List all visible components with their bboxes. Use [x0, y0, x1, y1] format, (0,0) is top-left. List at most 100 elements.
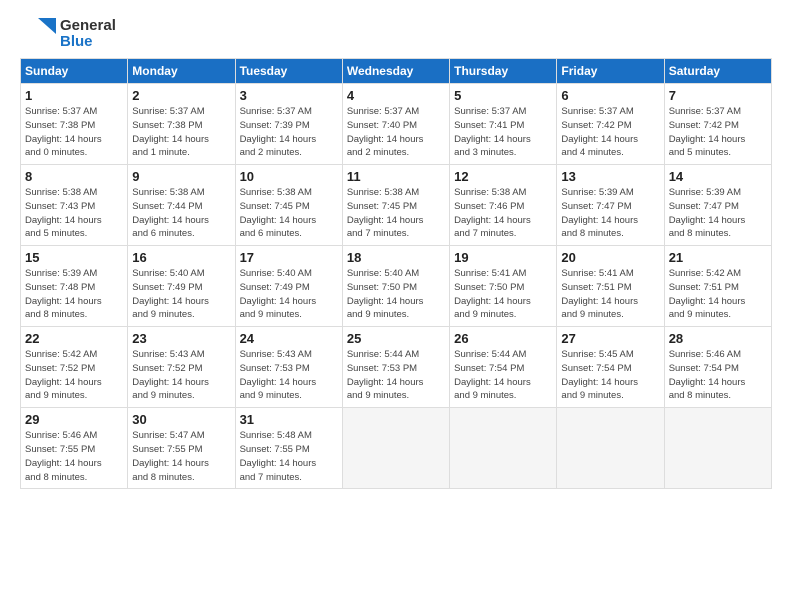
day-number: 2 [132, 88, 230, 103]
table-row: 30 Sunrise: 5:47 AMSunset: 7:55 PMDayligh… [128, 408, 235, 489]
day-info: Sunrise: 5:40 AMSunset: 7:50 PMDaylight:… [347, 267, 445, 322]
day-number: 31 [240, 412, 338, 427]
day-info: Sunrise: 5:37 AMSunset: 7:38 PMDaylight:… [25, 105, 123, 160]
day-number: 7 [669, 88, 767, 103]
day-number: 13 [561, 169, 659, 184]
table-row: 8 Sunrise: 5:38 AMSunset: 7:43 PMDaylight… [21, 165, 128, 246]
day-info: Sunrise: 5:47 AMSunset: 7:55 PMDaylight:… [132, 429, 230, 484]
calendar-week-2: 15Sunrise: 5:39 AMSunset: 7:48 PMDayligh… [21, 246, 772, 327]
day-info: Sunrise: 5:41 AMSunset: 7:51 PMDaylight:… [561, 267, 659, 322]
table-row: 29 Sunrise: 5:46 AMSunset: 7:55 PMDayligh… [21, 408, 128, 489]
day-info: Sunrise: 5:40 AMSunset: 7:49 PMDaylight:… [132, 267, 230, 322]
day-info: Sunrise: 5:42 AMSunset: 7:52 PMDaylight:… [25, 348, 123, 403]
day-info: Sunrise: 5:37 AMSunset: 7:39 PMDaylight:… [240, 105, 338, 160]
weekday-header-monday: Monday [128, 59, 235, 84]
day-info: Sunrise: 5:44 AMSunset: 7:54 PMDaylight:… [454, 348, 552, 403]
day-number: 28 [669, 331, 767, 346]
day-info: Sunrise: 5:38 AMSunset: 7:44 PMDaylight:… [132, 186, 230, 241]
table-row: 21Sunrise: 5:42 AMSunset: 7:51 PMDayligh… [664, 246, 771, 327]
table-row: 23 Sunrise: 5:43 AMSunset: 7:52 PMDayligh… [128, 327, 235, 408]
calendar-week-4: 29 Sunrise: 5:46 AMSunset: 7:55 PMDayligh… [21, 408, 772, 489]
table-row [557, 408, 664, 489]
day-info: Sunrise: 5:37 AMSunset: 7:40 PMDaylight:… [347, 105, 445, 160]
table-row: 3Sunrise: 5:37 AMSunset: 7:39 PMDaylight… [235, 84, 342, 165]
day-number: 29 [25, 412, 123, 427]
weekday-header-wednesday: Wednesday [342, 59, 449, 84]
weekday-header-friday: Friday [557, 59, 664, 84]
day-number: 6 [561, 88, 659, 103]
day-info: Sunrise: 5:43 AMSunset: 7:53 PMDaylight:… [240, 348, 338, 403]
table-row: 12 Sunrise: 5:38 AMSunset: 7:46 PMDayligh… [450, 165, 557, 246]
table-row: 4 Sunrise: 5:37 AMSunset: 7:40 PMDaylight… [342, 84, 449, 165]
day-number: 9 [132, 169, 230, 184]
day-number: 26 [454, 331, 552, 346]
day-number: 11 [347, 169, 445, 184]
table-row: 2Sunrise: 5:37 AMSunset: 7:38 PMDaylight… [128, 84, 235, 165]
table-row: 25 Sunrise: 5:44 AMSunset: 7:53 PMDayligh… [342, 327, 449, 408]
table-row: 6 Sunrise: 5:37 AMSunset: 7:42 PMDaylight… [557, 84, 664, 165]
day-number: 17 [240, 250, 338, 265]
day-info: Sunrise: 5:41 AMSunset: 7:50 PMDaylight:… [454, 267, 552, 322]
weekday-header-sunday: Sunday [21, 59, 128, 84]
day-info: Sunrise: 5:38 AMSunset: 7:46 PMDaylight:… [454, 186, 552, 241]
table-row [450, 408, 557, 489]
table-row: 14Sunrise: 5:39 AMSunset: 7:47 PMDayligh… [664, 165, 771, 246]
table-row: 22 Sunrise: 5:42 AMSunset: 7:52 PMDayligh… [21, 327, 128, 408]
day-number: 25 [347, 331, 445, 346]
table-row: 31 Sunrise: 5:48 AMSunset: 7:55 PMDayligh… [235, 408, 342, 489]
table-row: 18 Sunrise: 5:40 AMSunset: 7:50 PMDayligh… [342, 246, 449, 327]
day-number: 18 [347, 250, 445, 265]
calendar-week-3: 22 Sunrise: 5:42 AMSunset: 7:52 PMDayligh… [21, 327, 772, 408]
table-row: 7 Sunrise: 5:37 AMSunset: 7:42 PMDaylight… [664, 84, 771, 165]
day-number: 12 [454, 169, 552, 184]
day-info: Sunrise: 5:46 AMSunset: 7:54 PMDaylight:… [669, 348, 767, 403]
day-number: 22 [25, 331, 123, 346]
day-info: Sunrise: 5:37 AMSunset: 7:42 PMDaylight:… [561, 105, 659, 160]
day-info: Sunrise: 5:37 AMSunset: 7:42 PMDaylight:… [669, 105, 767, 160]
day-info: Sunrise: 5:40 AMSunset: 7:49 PMDaylight:… [240, 267, 338, 322]
table-row: 10Sunrise: 5:38 AMSunset: 7:45 PMDayligh… [235, 165, 342, 246]
day-number: 15 [25, 250, 123, 265]
logo-icon [20, 16, 56, 52]
day-info: Sunrise: 5:43 AMSunset: 7:52 PMDaylight:… [132, 348, 230, 403]
day-number: 20 [561, 250, 659, 265]
day-number: 5 [454, 88, 552, 103]
table-row: 27 Sunrise: 5:45 AMSunset: 7:54 PMDayligh… [557, 327, 664, 408]
logo-blue: Blue [60, 34, 116, 51]
day-info: Sunrise: 5:38 AMSunset: 7:45 PMDaylight:… [347, 186, 445, 241]
table-row: 11 Sunrise: 5:38 AMSunset: 7:45 PMDayligh… [342, 165, 449, 246]
day-number: 24 [240, 331, 338, 346]
day-info: Sunrise: 5:39 AMSunset: 7:47 PMDaylight:… [669, 186, 767, 241]
day-info: Sunrise: 5:39 AMSunset: 7:47 PMDaylight:… [561, 186, 659, 241]
table-row: 13 Sunrise: 5:39 AMSunset: 7:47 PMDayligh… [557, 165, 664, 246]
day-number: 10 [240, 169, 338, 184]
table-row: 5 Sunrise: 5:37 AMSunset: 7:41 PMDaylight… [450, 84, 557, 165]
day-info: Sunrise: 5:48 AMSunset: 7:55 PMDaylight:… [240, 429, 338, 484]
table-row: 24 Sunrise: 5:43 AMSunset: 7:53 PMDayligh… [235, 327, 342, 408]
day-info: Sunrise: 5:44 AMSunset: 7:53 PMDaylight:… [347, 348, 445, 403]
logo-general: General [60, 18, 116, 35]
day-number: 23 [132, 331, 230, 346]
table-row: 19Sunrise: 5:41 AMSunset: 7:50 PMDayligh… [450, 246, 557, 327]
day-number: 4 [347, 88, 445, 103]
day-info: Sunrise: 5:46 AMSunset: 7:55 PMDaylight:… [25, 429, 123, 484]
day-info: Sunrise: 5:38 AMSunset: 7:43 PMDaylight:… [25, 186, 123, 241]
day-number: 30 [132, 412, 230, 427]
table-row: 9 Sunrise: 5:38 AMSunset: 7:44 PMDaylight… [128, 165, 235, 246]
table-row: 26 Sunrise: 5:44 AMSunset: 7:54 PMDayligh… [450, 327, 557, 408]
calendar-table: SundayMondayTuesdayWednesdayThursdayFrid… [20, 58, 772, 489]
day-number: 8 [25, 169, 123, 184]
day-info: Sunrise: 5:45 AMSunset: 7:54 PMDaylight:… [561, 348, 659, 403]
table-row: 1Sunrise: 5:37 AMSunset: 7:38 PMDaylight… [21, 84, 128, 165]
weekday-header-tuesday: Tuesday [235, 59, 342, 84]
day-info: Sunrise: 5:42 AMSunset: 7:51 PMDaylight:… [669, 267, 767, 322]
day-info: Sunrise: 5:37 AMSunset: 7:41 PMDaylight:… [454, 105, 552, 160]
header: GeneralBlue [20, 16, 772, 52]
table-row: 17 Sunrise: 5:40 AMSunset: 7:49 PMDayligh… [235, 246, 342, 327]
table-row: 15Sunrise: 5:39 AMSunset: 7:48 PMDayligh… [21, 246, 128, 327]
day-number: 27 [561, 331, 659, 346]
table-row: 16 Sunrise: 5:40 AMSunset: 7:49 PMDayligh… [128, 246, 235, 327]
day-number: 16 [132, 250, 230, 265]
table-row [342, 408, 449, 489]
header-row: SundayMondayTuesdayWednesdayThursdayFrid… [21, 59, 772, 84]
